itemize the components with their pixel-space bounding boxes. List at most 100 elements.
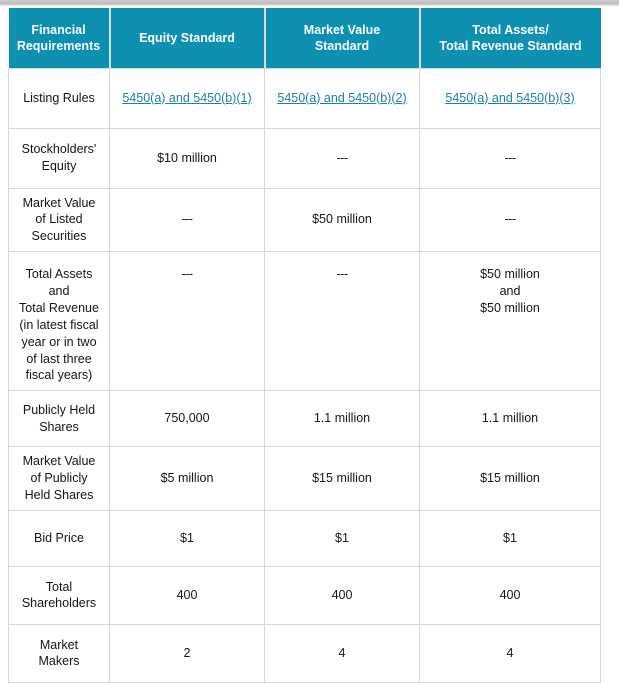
row-label-line: Shares <box>39 419 79 434</box>
cell-bid-price-market-value-standard: $1 <box>264 510 420 567</box>
row-label-line: Stockholders' <box>21 142 97 157</box>
table-row: Stockholders' Equity $10 million --- --- <box>8 128 601 189</box>
row-label-line: Bid Price <box>33 530 85 545</box>
row-label-line: Total Assets <box>25 267 93 282</box>
financial-requirements-table-container: Financial Requirements Equity Standard M… <box>8 8 601 683</box>
table-row: Market Value of Listed Securities --- $5… <box>8 188 601 253</box>
column-header-line: Total Revenue Standard <box>439 38 582 53</box>
cell-value: 1.1 million <box>313 411 371 426</box>
cell-value: --- <box>504 212 517 227</box>
cell-mvls-total-assets-standard: --- <box>419 188 601 253</box>
cell-value: $50 million <box>480 267 540 282</box>
row-label-line: (in latest fiscal <box>19 317 99 332</box>
column-header-line: Requirements <box>16 38 101 53</box>
table-header: Financial Requirements Equity Standard M… <box>8 8 601 68</box>
cell-bid-price-equity-standard: $1 <box>109 510 265 567</box>
row-label-line: Total Revenue <box>19 300 99 315</box>
cell-value: and <box>499 284 521 298</box>
cell-mvls-market-value-standard: $50 million <box>264 188 420 253</box>
row-label-market-value-of-listed-securities: Market Value of Listed Securities <box>8 188 110 253</box>
row-label-line: fiscal years) <box>25 368 93 383</box>
cell-value: $15 million <box>312 471 372 486</box>
row-label-line: Market <box>39 637 79 652</box>
cell-value: 4 <box>506 645 514 660</box>
cell-value: $50 million <box>480 300 540 315</box>
table-header-row: Financial Requirements Equity Standard M… <box>8 8 601 68</box>
row-label-line: Makers <box>38 654 80 669</box>
cell-total-assets-market-value-standard: --- <box>264 251 420 392</box>
cell-mvphs-market-value-standard: $15 million <box>264 446 420 511</box>
row-label-line: Market Value <box>22 454 96 469</box>
cell-publicly-held-shares-market-value-standard: 1.1 million <box>264 390 420 448</box>
cell-value: 400 <box>499 587 521 602</box>
row-label-line: of Publicly <box>30 471 88 486</box>
row-label-total-assets-and-total-revenue: Total Assets and Total Revenue (in lates… <box>8 251 110 392</box>
table-row: Market Value of Publicly Held Shares $5 … <box>8 446 601 511</box>
column-header-line: Market Value <box>303 22 381 37</box>
row-label-publicly-held-shares: Publicly Held Shares <box>8 390 110 448</box>
row-label-listing-rules: Listing Rules <box>8 67 110 129</box>
cell-market-makers-total-assets-standard: 4 <box>419 624 601 683</box>
column-header-total-assets-total-revenue-standard: Total Assets/ Total Revenue Standard <box>419 8 601 68</box>
cell-value: --- <box>181 267 194 282</box>
table-body: Listing Rules 5450(a) and 5450(b)(1) 545… <box>8 67 601 683</box>
row-label-line: Listing Rules <box>23 90 95 105</box>
column-header-financial-requirements: Financial Requirements <box>8 8 111 68</box>
cell-value: 4 <box>338 645 346 660</box>
cell-total-assets-total-assets-standard: $50 million and $50 million <box>419 251 601 392</box>
row-label-line: of Listed <box>35 212 83 227</box>
cell-value: 400 <box>331 587 353 602</box>
cell-value: $1 <box>335 530 349 545</box>
cell-mvphs-total-assets-standard: $15 million <box>419 446 601 511</box>
cell-market-makers-market-value-standard: 4 <box>264 624 420 683</box>
column-header-line: Total Assets/ <box>472 22 549 37</box>
cell-stockholders-equity-total-assets-standard: --- <box>419 128 601 189</box>
table-row: Listing Rules 5450(a) and 5450(b)(1) 545… <box>8 67 601 129</box>
cell-total-shareholders-total-assets-standard: 400 <box>419 566 601 625</box>
cell-market-makers-equity-standard: 2 <box>109 624 265 683</box>
cell-stockholders-equity-market-value-standard: --- <box>264 128 420 189</box>
cell-publicly-held-shares-total-assets-standard: 1.1 million <box>419 390 601 448</box>
cell-listing-rules-market-value-standard: 5450(a) and 5450(b)(2) <box>264 67 420 129</box>
row-label-stockholders-equity: Stockholders' Equity <box>8 128 110 189</box>
cell-value: $50 million <box>312 212 372 227</box>
cell-value: 2 <box>183 645 191 660</box>
table-row: Bid Price $1 $1 $1 <box>8 510 601 567</box>
row-label-line: and <box>48 284 70 298</box>
cell-mvls-equity-standard: --- <box>109 188 265 253</box>
row-label-total-shareholders: Total Shareholders <box>8 566 110 625</box>
cell-mvphs-equity-standard: $5 million <box>109 446 265 511</box>
row-label-line: Market Value <box>22 195 96 210</box>
cell-value: --- <box>504 150 517 165</box>
row-label-market-makers: Market Makers <box>8 624 110 683</box>
cell-value: 750,000 <box>164 411 210 426</box>
row-label-line: Held Shares <box>24 488 94 502</box>
table-row: Publicly Held Shares 750,000 1.1 million… <box>8 390 601 448</box>
cell-stockholders-equity-equity-standard: $10 million <box>109 128 265 189</box>
column-header-line: Standard <box>314 38 370 53</box>
cell-value: $15 million <box>480 471 540 486</box>
cell-value: $1 <box>180 530 194 545</box>
cell-total-shareholders-market-value-standard: 400 <box>264 566 420 625</box>
row-label-market-value-of-publicly-held-shares: Market Value of Publicly Held Shares <box>8 446 110 511</box>
row-label-line: Publicly Held <box>22 402 96 417</box>
row-label-line: Shareholders <box>21 596 97 611</box>
table-row: Total Shareholders 400 400 400 <box>8 566 601 625</box>
column-header-equity-standard: Equity Standard <box>109 8 266 68</box>
listing-rule-link-market-value-standard[interactable]: 5450(a) and 5450(b)(2) <box>277 91 406 105</box>
row-label-line: year or in two <box>21 334 97 349</box>
cell-value: $10 million <box>157 150 217 165</box>
top-divider-bar <box>0 0 619 6</box>
row-label-bid-price: Bid Price <box>8 510 110 567</box>
column-header-line: Financial <box>31 22 86 37</box>
table-row: Market Makers 2 4 4 <box>8 624 601 683</box>
cell-publicly-held-shares-equity-standard: 750,000 <box>109 390 265 448</box>
cell-listing-rules-equity-standard: 5450(a) and 5450(b)(1) <box>109 67 265 129</box>
cell-value: $5 million <box>160 471 214 486</box>
column-header-line: Equity Standard <box>139 30 235 45</box>
financial-requirements-table: Financial Requirements Equity Standard M… <box>8 8 601 683</box>
cell-value: --- <box>181 212 194 227</box>
listing-rule-link-total-assets-standard[interactable]: 5450(a) and 5450(b)(3) <box>445 91 574 105</box>
listing-rule-link-equity-standard[interactable]: 5450(a) and 5450(b)(1) <box>122 91 251 105</box>
row-label-line: Equity <box>41 159 77 173</box>
